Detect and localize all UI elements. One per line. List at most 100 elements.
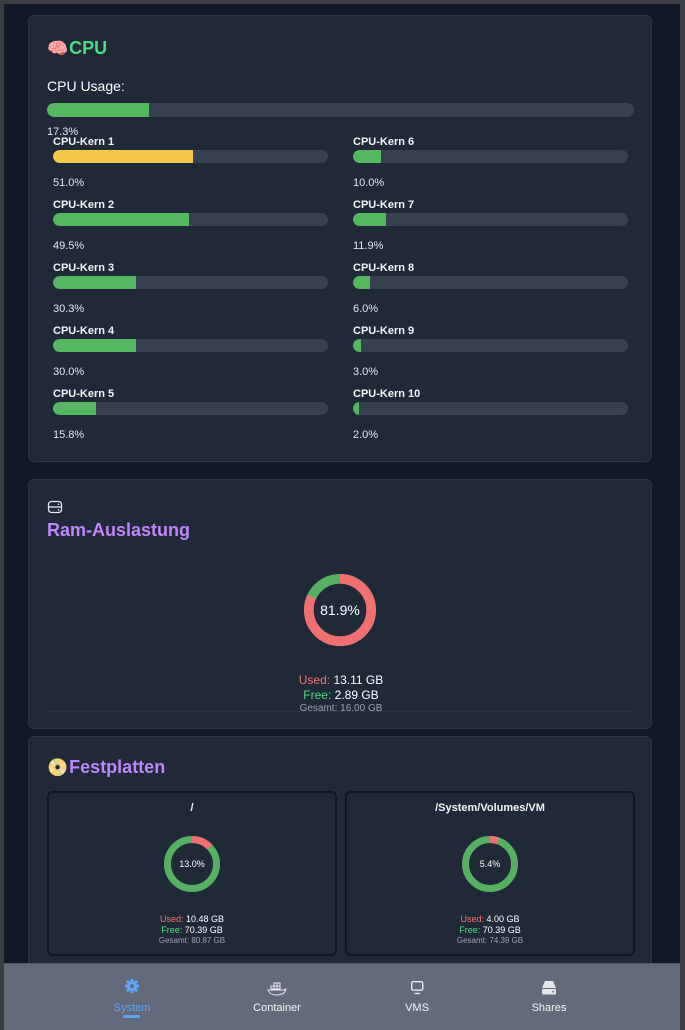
cpu-usage-bar: [47, 103, 634, 117]
ram-title: Ram-Auslastung: [47, 520, 191, 540]
nav-label-vms: VMS: [405, 1002, 429, 1014]
nav-label-system: System: [113, 1002, 151, 1014]
cpu-core-name: CPU-Kern 10: [353, 388, 421, 400]
ram-free-line: Free: 2.89 GB: [47, 688, 635, 702]
ram-total-line: Gesamt: 16.00 GB: [47, 703, 635, 714]
disk-total-line: Gesamt: 74.39 GB: [346, 936, 634, 945]
cpu-core-row: CPU-Kern 5 15.8%: [53, 388, 328, 443]
disk-total-label: Gesamt:: [456, 936, 488, 945]
cpu-core-bar-fill: [353, 150, 381, 163]
cpu-core-bar: [353, 339, 628, 352]
disks-title-text: Festplatten: [69, 757, 166, 777]
cpu-core-bar-fill: [53, 402, 97, 415]
cpu-core-bar-fill: [53, 276, 137, 289]
disk-panel: /System/Volumes/VM 5.4% Used: 4.00 GB Fr…: [345, 791, 635, 956]
cpu-core-bar: [353, 150, 628, 163]
cpu-core-value: 49.5%: [53, 240, 85, 252]
ram-percent-label: 81.9%: [320, 602, 360, 618]
cpu-core-bar: [353, 402, 628, 415]
disk-total-value: 80.87 GB: [191, 936, 226, 945]
cpu-core-value: 30.0%: [53, 366, 85, 378]
disk-free-label: Free:: [459, 925, 481, 935]
cpu-core-row: CPU-Kern 3 30.3%: [53, 262, 328, 317]
ram-total-label: Gesamt:: [299, 703, 338, 714]
disk-used-value: 10.48 GB: [186, 914, 225, 924]
cpu-title-text: CPU: [69, 38, 108, 58]
cpu-core-name: CPU-Kern 3: [53, 262, 115, 274]
disk-percent-label: 13.0%: [179, 859, 205, 869]
disk-used-value: 4.00 GB: [486, 914, 520, 924]
disk-free-label: Free:: [161, 925, 183, 935]
cpu-core-bar-fill: [353, 276, 370, 289]
disk-free-value: 70.39 GB: [184, 925, 223, 935]
nav-tab-shares[interactable]: Shares: [499, 964, 599, 1030]
bottom-nav: System Container VMS Shares: [4, 963, 680, 1030]
nav-tab-container[interactable]: Container: [227, 964, 327, 1030]
disk-total-line: Gesamt: 80.87 GB: [48, 936, 336, 945]
cpu-core-bar: [53, 276, 328, 289]
cpu-core-bar-fill: [53, 150, 194, 163]
cpu-core-value: 51.0%: [53, 177, 85, 189]
cpu-core-row: CPU-Kern 8 6.0%: [353, 262, 628, 317]
cpu-core-name: CPU-Kern 7: [353, 199, 415, 211]
disk-panel: / 13.0% Used: 10.48 GB Free: 70.39 GB Ge…: [47, 791, 337, 956]
cpu-core-bar: [53, 402, 328, 415]
cpu-core-bar: [53, 213, 328, 226]
disk-name: /System/Volumes/VM: [435, 802, 545, 814]
cpu-core-bar-fill: [353, 213, 386, 226]
cpu-core-row: CPU-Kern 1 51.0%: [53, 136, 328, 191]
cpu-core-bar-fill: [353, 339, 362, 352]
nav-label-container: Container: [253, 1002, 301, 1014]
nav-tab-system[interactable]: System: [82, 964, 182, 1030]
ram-card: Ram-Auslastung 81.9% Used: 13.11 GB Free…: [28, 479, 652, 729]
cpu-core-value: 6.0%: [353, 303, 379, 315]
cpu-core-name: CPU-Kern 4: [53, 325, 115, 337]
cpu-core-value: 3.0%: [353, 366, 379, 378]
disk-name: /: [190, 802, 194, 814]
cpu-core-row: CPU-Kern 6 10.0%: [353, 136, 628, 191]
ram-chart-area: 81.9% Used: 13.11 GB Free: 2.89 GB Gesam…: [47, 552, 635, 714]
cpu-core-bar: [353, 276, 628, 289]
cpu-core-row: CPU-Kern 2 49.5%: [53, 199, 328, 254]
cpu-core-value: 30.3%: [53, 303, 85, 315]
cpu-core-bar: [53, 150, 328, 163]
disk-free-line: Free: 70.39 GB: [48, 925, 336, 935]
disk-used-label: Used:: [460, 914, 484, 924]
cpu-core-bar-fill: [53, 213, 190, 226]
cpu-core-row: CPU-Kern 7 11.9%: [353, 199, 628, 254]
disk-total-label: Gesamt:: [158, 936, 190, 945]
cpu-usage-label: CPU Usage:: [47, 78, 125, 94]
monitor-icon: [410, 980, 424, 995]
cpu-core-value: 10.0%: [353, 177, 385, 189]
cpu-core-name: CPU-Kern 1: [53, 136, 115, 148]
cpu-card: 🧠 CPU CPU Usage: 17.3% CPU-Kern 1 51.0% CP…: [28, 15, 652, 462]
disk-used-line: Used: 10.48 GB: [48, 914, 336, 924]
cpu-core-name: CPU-Kern 8: [353, 262, 415, 274]
disk-free-value: 70.39 GB: [482, 925, 521, 935]
ram-free-label: Free:: [303, 688, 332, 702]
cpu-core-name: CPU-Kern 9: [353, 325, 415, 337]
cpu-core-row: CPU-Kern 4 30.0%: [53, 325, 328, 380]
hard-drive-icon: [47, 500, 63, 514]
cpu-title: 🧠 CPU: [47, 38, 107, 59]
ram-used-label: Used:: [298, 673, 331, 687]
cpu-core-value: 2.0%: [353, 429, 379, 441]
cpu-usage-bar-fill: [47, 103, 149, 117]
cpu-core-name: CPU-Kern 2: [53, 199, 115, 211]
docker-icon: [267, 982, 287, 996]
disk-used-label: Used:: [159, 914, 184, 924]
nav-tab-vms[interactable]: VMS: [367, 964, 467, 1030]
disk-used-line: Used: 4.00 GB: [346, 914, 634, 924]
cpu-core-bar-fill: [53, 339, 136, 352]
cpu-core-bar: [353, 213, 628, 226]
disk-total-value: 74.39 GB: [489, 936, 524, 945]
nav-label-shares: Shares: [531, 1002, 567, 1014]
cpu-core-value: 15.8%: [53, 429, 85, 441]
disc-icon: 📀: [47, 757, 69, 778]
ram-used-line: Used: 13.11 GB: [47, 673, 635, 687]
cpu-core-row: CPU-Kern 9 3.0%: [353, 325, 628, 380]
cpu-core-row: CPU-Kern 10 2.0%: [353, 388, 628, 443]
app-root: 🧠 CPU CPU Usage: 17.3% CPU-Kern 1 51.0% CP…: [4, 4, 680, 1030]
ram-free-value: 2.89 GB: [334, 688, 379, 702]
cpu-core-bar-fill: [353, 402, 359, 415]
